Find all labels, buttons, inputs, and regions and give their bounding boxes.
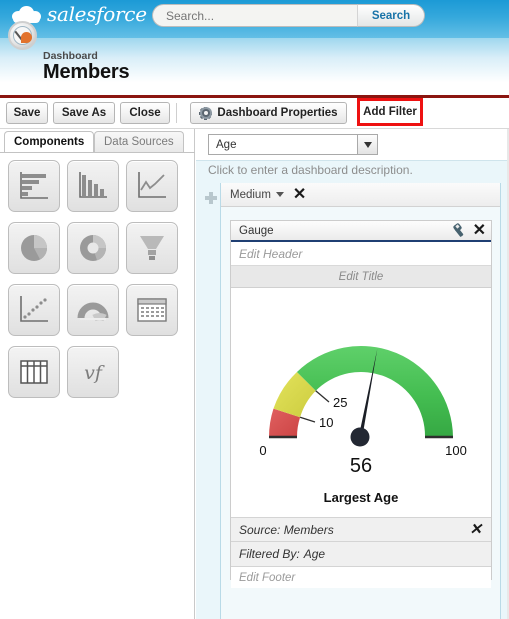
filtered-by-label: Filtered By: [239,547,300,561]
gauge-tick-10: 10 [319,415,333,430]
gauge-component-card: Gauge ✕ Edit Header Edit Title 10 25 0 1… [230,220,492,588]
chevron-down-icon[interactable] [357,135,377,154]
component-close-icon[interactable]: ✕ [473,223,486,239]
save-as-button[interactable]: Save As [53,102,115,124]
component-title-input[interactable]: Edit Title [231,266,491,288]
gauge-min-label: 0 [259,443,266,458]
search-box[interactable] [152,4,357,27]
svg-text:vf: vf [84,362,105,384]
search-input[interactable] [153,5,357,26]
table-component-icon [20,360,48,384]
search-button[interactable]: Search [357,4,425,27]
palette-table-component[interactable] [8,346,60,398]
dashboard-description-input[interactable]: Click to enter a dashboard description. [208,163,413,177]
component-title-bar: Gauge ✕ [231,221,491,242]
funnel-chart-icon [140,236,164,260]
gear-icon [199,106,213,120]
gauge-chart: 10 25 0 100 56 Largest Age [231,288,491,517]
palette-visualforce-page[interactable]: vf [67,346,119,398]
column-width-select[interactable]: Medium [230,189,271,201]
gauge-tick-25: 25 [333,395,347,410]
component-title: Gauge [239,224,274,237]
metric-table-icon [137,298,167,322]
component-source-row: Source: Members ✕ [231,517,491,542]
source-remove-icon[interactable]: ✕ [469,522,482,537]
filtered-by-value: Age [303,547,326,561]
palette-scatter-chart[interactable] [8,284,60,336]
palette-line-chart[interactable] [126,160,178,212]
panel-tabs: Components Data Sources [0,129,195,152]
editor-toolbar: Save Save As Close Dashboard Properties [0,98,509,129]
component-filter-row: Filtered By: Age [231,542,491,567]
component-header-input[interactable]: Edit Header [231,242,491,266]
dashboard-filter-value: Age [216,138,237,151]
palette-donut-chart[interactable] [67,222,119,274]
palette-vertical-bar-chart[interactable] [67,160,119,212]
tab-underline [0,152,195,153]
components-panel: Components Data Sources vf [0,129,195,619]
gauge-hub [350,427,370,447]
palette-funnel-chart[interactable] [126,222,178,274]
page-title: Members [43,61,130,83]
column-drag-handle[interactable] [205,192,217,204]
component-palette: vf [8,160,188,398]
line-chart-icon [138,172,166,198]
gauge-value-label: 56 [350,455,372,477]
salesforce-logo[interactable]: salesforce [10,4,147,24]
save-button[interactable]: Save [6,102,48,124]
toolbar-divider [176,103,177,123]
tab-components[interactable]: Components [4,131,95,152]
dashboard-canvas: Age Click to enter a dashboard descripti… [196,129,509,619]
gauge-chart-title: Largest Age [324,490,399,505]
donut-chart-icon [80,235,106,261]
brand-wordmark: salesforce [47,2,147,26]
column-header: Medium ✕ [221,183,500,207]
wrench-icon[interactable] [452,222,466,238]
dashboard-column: Medium ✕ Gauge ✕ Edit Header Edit Title … [220,183,501,619]
component-source-label: Source: Members [239,522,334,537]
column-body: Gauge ✕ Edit Header Edit Title 10 25 0 1… [221,207,500,619]
palette-pie-chart[interactable] [8,222,60,274]
palette-horizontal-bar-chart[interactable] [8,160,60,212]
gauge-chart-svg: 10 25 0 100 56 Largest Age [259,345,467,505]
tab-data-sources[interactable]: Data Sources [94,131,184,152]
salesforce-dashboard-builder: salesforce Search Dashboard Members Save… [0,0,509,619]
gauge-max-label: 100 [445,443,467,458]
gauge-dashboard-icon [8,21,37,50]
visualforce-icon: vf [84,362,105,384]
vertical-bar-chart-icon [79,172,107,198]
column-close-icon[interactable]: ✕ [293,186,306,203]
palette-gauge-chart[interactable] [67,284,119,336]
column-strip: Medium ✕ Gauge ✕ Edit Header Edit Title … [196,183,509,619]
dashboard-properties-button[interactable]: Dashboard Properties [190,102,347,124]
palette-metric-table[interactable] [126,284,178,336]
component-footer-input[interactable]: Edit Footer [231,567,491,588]
close-button[interactable]: Close [120,102,170,124]
horizontal-bar-chart-icon [20,172,48,199]
pie-chart-icon [21,235,47,261]
gauge-chart-icon [77,302,109,322]
scatter-chart-icon [20,296,48,322]
chevron-down-icon[interactable] [275,192,284,197]
add-filter-button[interactable]: Add Filter [360,98,420,126]
dashboard-filter-select[interactable]: Age [208,134,378,155]
global-header: salesforce Search [0,0,509,38]
dashboard-properties-label: Dashboard Properties [217,107,338,119]
